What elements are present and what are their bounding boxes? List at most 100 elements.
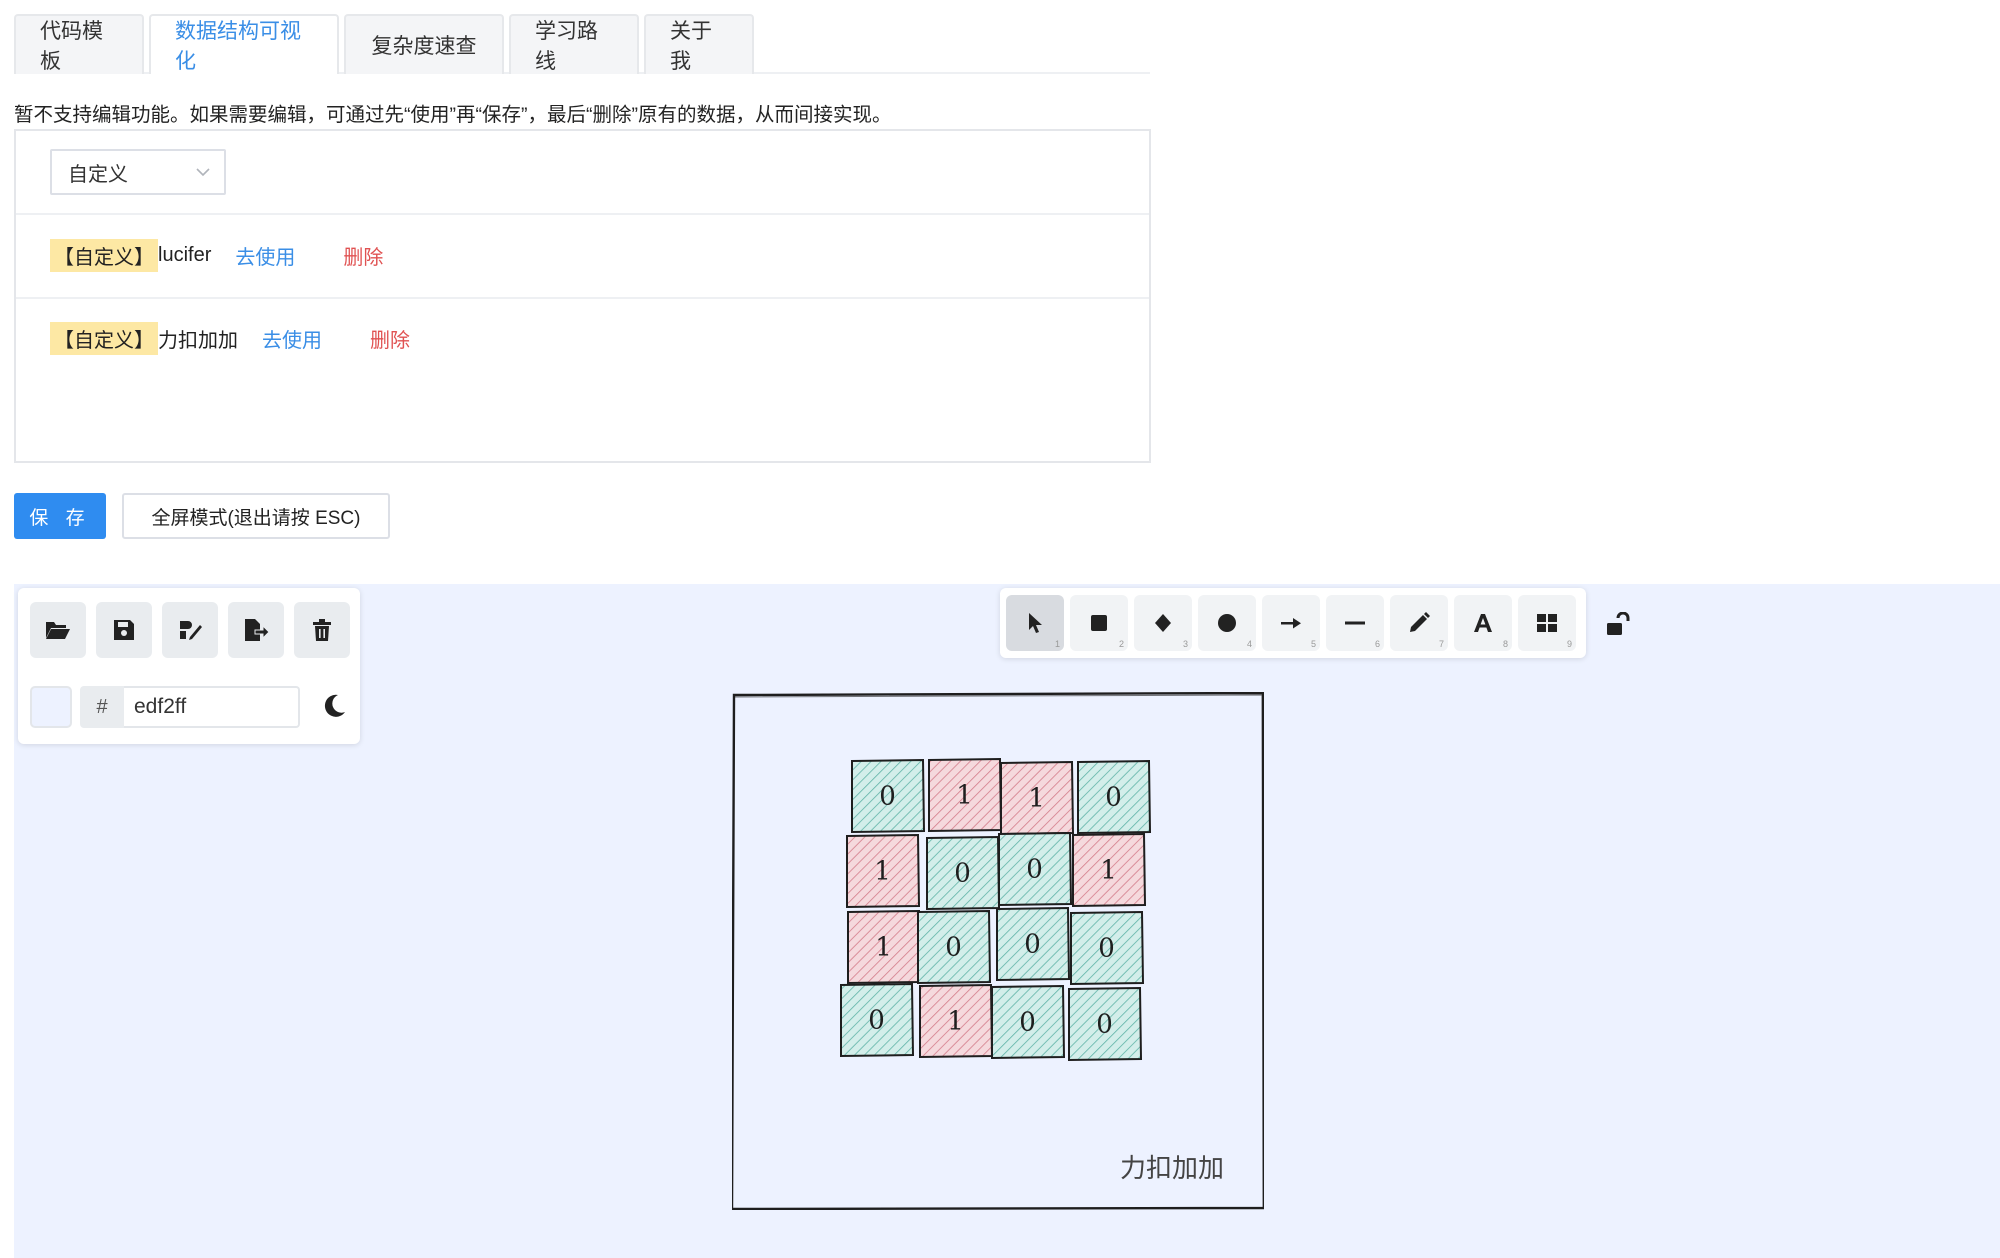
shortcut-key: 8 bbox=[1502, 639, 1508, 649]
save-icon bbox=[114, 620, 134, 640]
grid-cell-value: 0 bbox=[1098, 934, 1115, 964]
save-button[interactable]: 保 存 bbox=[14, 493, 106, 539]
binary-grid: 0 1 1 0 1 0 0 1 1 0 0 0 0 1 0 0 bbox=[840, 757, 1152, 1062]
tab-about-me[interactable]: 关于我 bbox=[644, 14, 754, 74]
pointer-icon bbox=[1029, 613, 1042, 633]
grid-cell: 0 bbox=[996, 906, 1071, 982]
grid-cell-value: 0 bbox=[1026, 855, 1043, 885]
fullscreen-button[interactable]: 全屏模式(退出请按 ESC) bbox=[122, 493, 390, 539]
grid-cell: 1 bbox=[919, 983, 994, 1059]
export-image-icon bbox=[180, 621, 202, 640]
shortcut-key: 1 bbox=[1054, 639, 1060, 649]
text-tool[interactable]: 8 bbox=[1454, 595, 1512, 651]
grid-cell-value: 0 bbox=[954, 859, 971, 889]
shortcut-key: 6 bbox=[1374, 639, 1380, 649]
save-file-button[interactable] bbox=[96, 602, 152, 658]
grid-cell: 0 bbox=[1077, 759, 1152, 835]
library-tool[interactable]: 9 bbox=[1518, 595, 1576, 651]
drawing-board[interactable]: 0 1 1 0 1 0 0 1 1 0 0 0 0 1 0 0 力扣加加 bbox=[732, 692, 1264, 1210]
divider bbox=[16, 297, 1149, 299]
unlock-icon[interactable] bbox=[1604, 612, 1632, 640]
open-folder-icon bbox=[46, 622, 70, 639]
grid-cell: 1 bbox=[1000, 760, 1075, 836]
arrow-tool[interactable]: 5 bbox=[1262, 595, 1320, 651]
library-icon bbox=[1537, 614, 1557, 632]
divider bbox=[16, 213, 1149, 215]
list-item: 【自定义】 lucifer 去使用 删除 bbox=[50, 235, 383, 275]
grid-cell: 1 bbox=[1072, 832, 1147, 908]
grid-cell-value: 0 bbox=[879, 782, 896, 812]
custom-tag: 【自定义】 bbox=[50, 321, 158, 355]
grid-cell: 0 bbox=[991, 984, 1066, 1060]
custom-tag: 【自定义】 bbox=[50, 238, 158, 272]
use-link[interactable]: 去使用 bbox=[262, 324, 322, 353]
shortcut-key: 3 bbox=[1182, 639, 1188, 649]
grid-cell-value: 0 bbox=[1105, 783, 1122, 813]
saved-drawings-panel: 自定义 【自定义】 lucifer 去使用 删除 【自定义】 力扣加加 去使用 … bbox=[14, 129, 1151, 463]
open-button[interactable] bbox=[30, 602, 86, 658]
chevron-down-icon bbox=[196, 168, 210, 177]
shortcut-key: 9 bbox=[1566, 639, 1572, 649]
export-image-button[interactable] bbox=[162, 602, 218, 658]
pencil-tool[interactable]: 7 bbox=[1390, 595, 1448, 651]
rectangle-tool[interactable]: 2 bbox=[1070, 595, 1128, 651]
selection-tool[interactable]: 1 bbox=[1006, 595, 1064, 651]
arrow-icon bbox=[1281, 618, 1301, 629]
item-name: lucifer bbox=[158, 243, 212, 266]
grid-cell: 1 bbox=[928, 757, 1003, 833]
grid-cell-value: 0 bbox=[945, 933, 962, 963]
notice-text: 暂不支持编辑功能。如果需要编辑，可通过先“使用”再“保存”，最后“删除”原有的数… bbox=[14, 104, 892, 126]
line-tool[interactable]: 6 bbox=[1326, 595, 1384, 651]
grid-cell: 0 bbox=[840, 982, 915, 1058]
ellipse-tool[interactable]: 4 bbox=[1198, 595, 1256, 651]
grid-cell: 0 bbox=[998, 831, 1073, 907]
category-select-value: 自定义 bbox=[68, 163, 128, 186]
delete-link[interactable]: 删除 bbox=[370, 324, 410, 353]
grid-cell-value: 0 bbox=[1019, 1008, 1036, 1038]
item-name: 力扣加加 bbox=[158, 329, 238, 352]
moon-icon[interactable] bbox=[320, 692, 348, 720]
tab-code-templates[interactable]: 代码模板 bbox=[14, 14, 144, 74]
grid-cell: 1 bbox=[846, 833, 921, 909]
tab-learning-roadmap[interactable]: 学习路线 bbox=[509, 14, 639, 74]
background-color-input[interactable] bbox=[124, 686, 300, 728]
text-icon bbox=[1474, 614, 1492, 632]
delete-link[interactable]: 删除 bbox=[343, 241, 383, 270]
trash-icon bbox=[313, 619, 331, 641]
grid-cell-value: 0 bbox=[1024, 930, 1041, 960]
grid-cell-value: 0 bbox=[1096, 1010, 1113, 1040]
grid-cell-value: 1 bbox=[874, 857, 891, 887]
grid-cell-value: 1 bbox=[1028, 784, 1045, 814]
rectangle-icon bbox=[1091, 615, 1107, 631]
export-file-icon bbox=[245, 619, 269, 641]
grid-cell: 0 bbox=[851, 758, 926, 834]
category-select[interactable]: 自定义 bbox=[50, 149, 226, 195]
tab-data-structure-visualization[interactable]: 数据结构可视化 bbox=[149, 14, 339, 74]
pencil-icon bbox=[1410, 612, 1430, 632]
hash-prefix: # bbox=[80, 686, 124, 728]
file-toolbar: # bbox=[18, 588, 360, 744]
grid-cell: 0 bbox=[1070, 910, 1145, 986]
diamond-tool[interactable]: 3 bbox=[1134, 595, 1192, 651]
grid-cell-value: 1 bbox=[956, 781, 973, 811]
shortcut-key: 5 bbox=[1310, 639, 1316, 649]
tab-complexity-cheatsheet[interactable]: 复杂度速查 bbox=[344, 14, 504, 74]
clear-canvas-button[interactable] bbox=[294, 602, 350, 658]
shortcut-key: 2 bbox=[1118, 639, 1124, 649]
export-file-button[interactable] bbox=[228, 602, 284, 658]
shortcut-key: 4 bbox=[1246, 639, 1252, 649]
drawing-caption: 力扣加加 bbox=[1120, 1154, 1224, 1184]
grid-cell: 0 bbox=[926, 835, 1001, 911]
diamond-icon bbox=[1155, 614, 1171, 632]
grid-cell-value: 1 bbox=[1100, 856, 1117, 886]
grid-cell: 0 bbox=[917, 909, 992, 985]
grid-cell-value: 0 bbox=[868, 1006, 885, 1036]
shortcut-key: 7 bbox=[1438, 639, 1444, 649]
grid-cell: 0 bbox=[1068, 986, 1143, 1062]
grid-cell: 1 bbox=[847, 909, 922, 985]
background-color-swatch[interactable] bbox=[30, 686, 72, 728]
drawing-canvas[interactable]: # 1 2 3 4 5 6 7 bbox=[14, 584, 2000, 1258]
use-link[interactable]: 去使用 bbox=[235, 241, 295, 270]
grid-cell-value: 1 bbox=[875, 933, 892, 963]
line-icon bbox=[1345, 621, 1365, 625]
